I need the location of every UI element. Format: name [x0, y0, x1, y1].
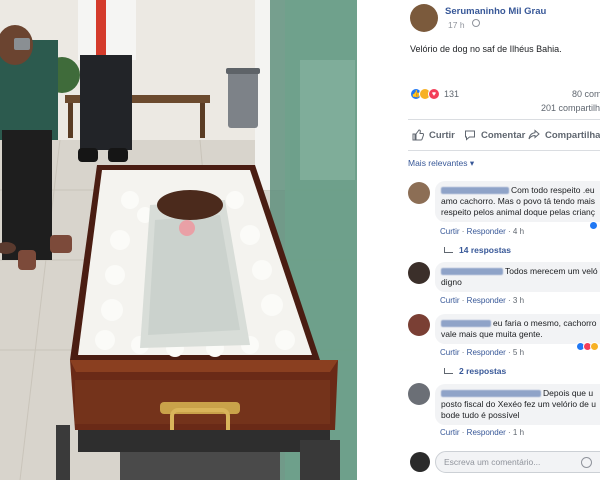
comment-reactions[interactable] — [576, 342, 599, 351]
current-user-avatar[interactable] — [410, 452, 430, 472]
commenter-name-blurred[interactable] — [441, 390, 541, 398]
comment-reply-link[interactable]: Responder — [467, 227, 506, 236]
reply-arrow-icon — [444, 368, 453, 374]
commenter-name-blurred[interactable] — [441, 320, 491, 328]
reaction-count: 131 — [444, 89, 460, 99]
comment-text: digno — [441, 277, 462, 287]
comment-count[interactable]: 80 com — [572, 89, 600, 99]
reply-arrow-icon — [444, 247, 453, 253]
share-button-label: Compartilhar — [545, 129, 600, 141]
comment-meta: Curtir · Responder · 3 h — [440, 296, 525, 305]
reactions-summary[interactable]: 👍 ♥ 131 — [410, 88, 459, 100]
comment-reply-link[interactable]: Responder — [467, 428, 506, 437]
comment-button[interactable]: Comentar — [464, 129, 525, 141]
comment-bubble: Todos merecem um veló digno — [435, 262, 600, 292]
commenter-name-blurred[interactable] — [441, 187, 509, 195]
comment-button-label: Comentar — [481, 129, 526, 141]
divider — [408, 119, 600, 120]
photo-panel-gap — [357, 0, 400, 480]
like-reaction-icon — [589, 221, 598, 230]
view-replies-link[interactable]: 14 respostas — [444, 245, 511, 255]
comment-text: respeito pelos animal doque pelas crianç — [441, 207, 596, 217]
commenter-avatar[interactable] — [408, 262, 430, 284]
comment-like-link[interactable]: Curtir — [440, 227, 460, 236]
post-panel: Serumaninho Mil Grau 17 h Velório de dog… — [400, 0, 600, 480]
like-icon — [412, 129, 424, 141]
commenter-avatar[interactable] — [408, 182, 430, 204]
replies-count: 2 respostas — [459, 366, 507, 376]
comment-text: posto fiscal do Xexéo fez um velório de … — [441, 399, 596, 409]
comment-like-link[interactable]: Curtir — [440, 428, 460, 437]
comment-reply-link[interactable]: Responder — [467, 348, 506, 357]
commenter-name-blurred[interactable] — [441, 268, 503, 276]
commenter-avatar[interactable] — [408, 314, 430, 336]
replies-count: 14 respostas — [459, 245, 511, 255]
comment-sort-dropdown[interactable]: Mais relevantes ▾ — [408, 158, 474, 169]
comment-meta: Curtir · Responder · 4 h — [440, 227, 525, 236]
view-replies-link[interactable]: 2 respostas — [444, 366, 506, 376]
share-button[interactable]: Compartilhar — [528, 129, 600, 141]
comment-text: Depois que u — [543, 388, 594, 398]
post-timestamp[interactable]: 17 h — [448, 20, 465, 30]
post-photo[interactable] — [0, 0, 357, 480]
comment-like-link[interactable]: Curtir — [440, 296, 460, 305]
comment-bubble: Com todo respeito .eu amo cachorro. Mas … — [435, 181, 600, 222]
comment-text: Todos merecem um veló — [505, 266, 598, 276]
comment-text: bode tudo é possível — [441, 410, 520, 420]
comment-text: Com todo respeito .eu — [511, 185, 595, 195]
page-name-link[interactable]: Serumaninho Mil Grau — [445, 6, 546, 17]
comment-time[interactable]: 1 h — [513, 428, 524, 437]
love-reaction-icon: ♥ — [428, 88, 440, 100]
comment-reply-link[interactable]: Responder — [467, 296, 506, 305]
page-avatar[interactable] — [410, 4, 438, 32]
comment-time[interactable]: 3 h — [513, 296, 524, 305]
comment-icon — [465, 130, 475, 141]
comment-text: amo cachorro. Mas o povo tá tendo mais — [441, 196, 596, 206]
comment-bubble: Depois que u posto fiscal do Xexéo fez u… — [435, 384, 600, 425]
like-button[interactable]: Curtir — [412, 129, 455, 141]
commenter-avatar[interactable] — [408, 383, 430, 405]
comment-reactions[interactable] — [589, 221, 598, 230]
like-button-label: Curtir — [429, 129, 455, 141]
comment-meta: Curtir · Responder · 1 h — [440, 428, 525, 437]
share-icon — [528, 129, 540, 140]
share-count[interactable]: 201 compartilh — [541, 103, 600, 113]
haha-reaction-icon — [590, 342, 599, 351]
comment-input[interactable]: Escreva um comentário... — [435, 451, 600, 473]
comment-time[interactable]: 5 h — [513, 348, 524, 357]
divider — [408, 150, 600, 151]
comment-bubble: eu faria o mesmo, cachorro vale mais que… — [435, 314, 600, 344]
post-caption: Velório de dog no saf de Ilhéus Bahia. — [410, 44, 562, 54]
comment-meta: Curtir · Responder · 5 h — [440, 348, 525, 357]
comment-time[interactable]: 4 h — [513, 227, 524, 236]
comment-like-link[interactable]: Curtir — [440, 348, 460, 357]
emoji-icon[interactable] — [581, 457, 592, 468]
comment-text: eu faria o mesmo, cachorro — [493, 318, 597, 328]
comment-text: vale mais que muita gente. — [441, 329, 543, 339]
globe-icon — [472, 19, 480, 27]
